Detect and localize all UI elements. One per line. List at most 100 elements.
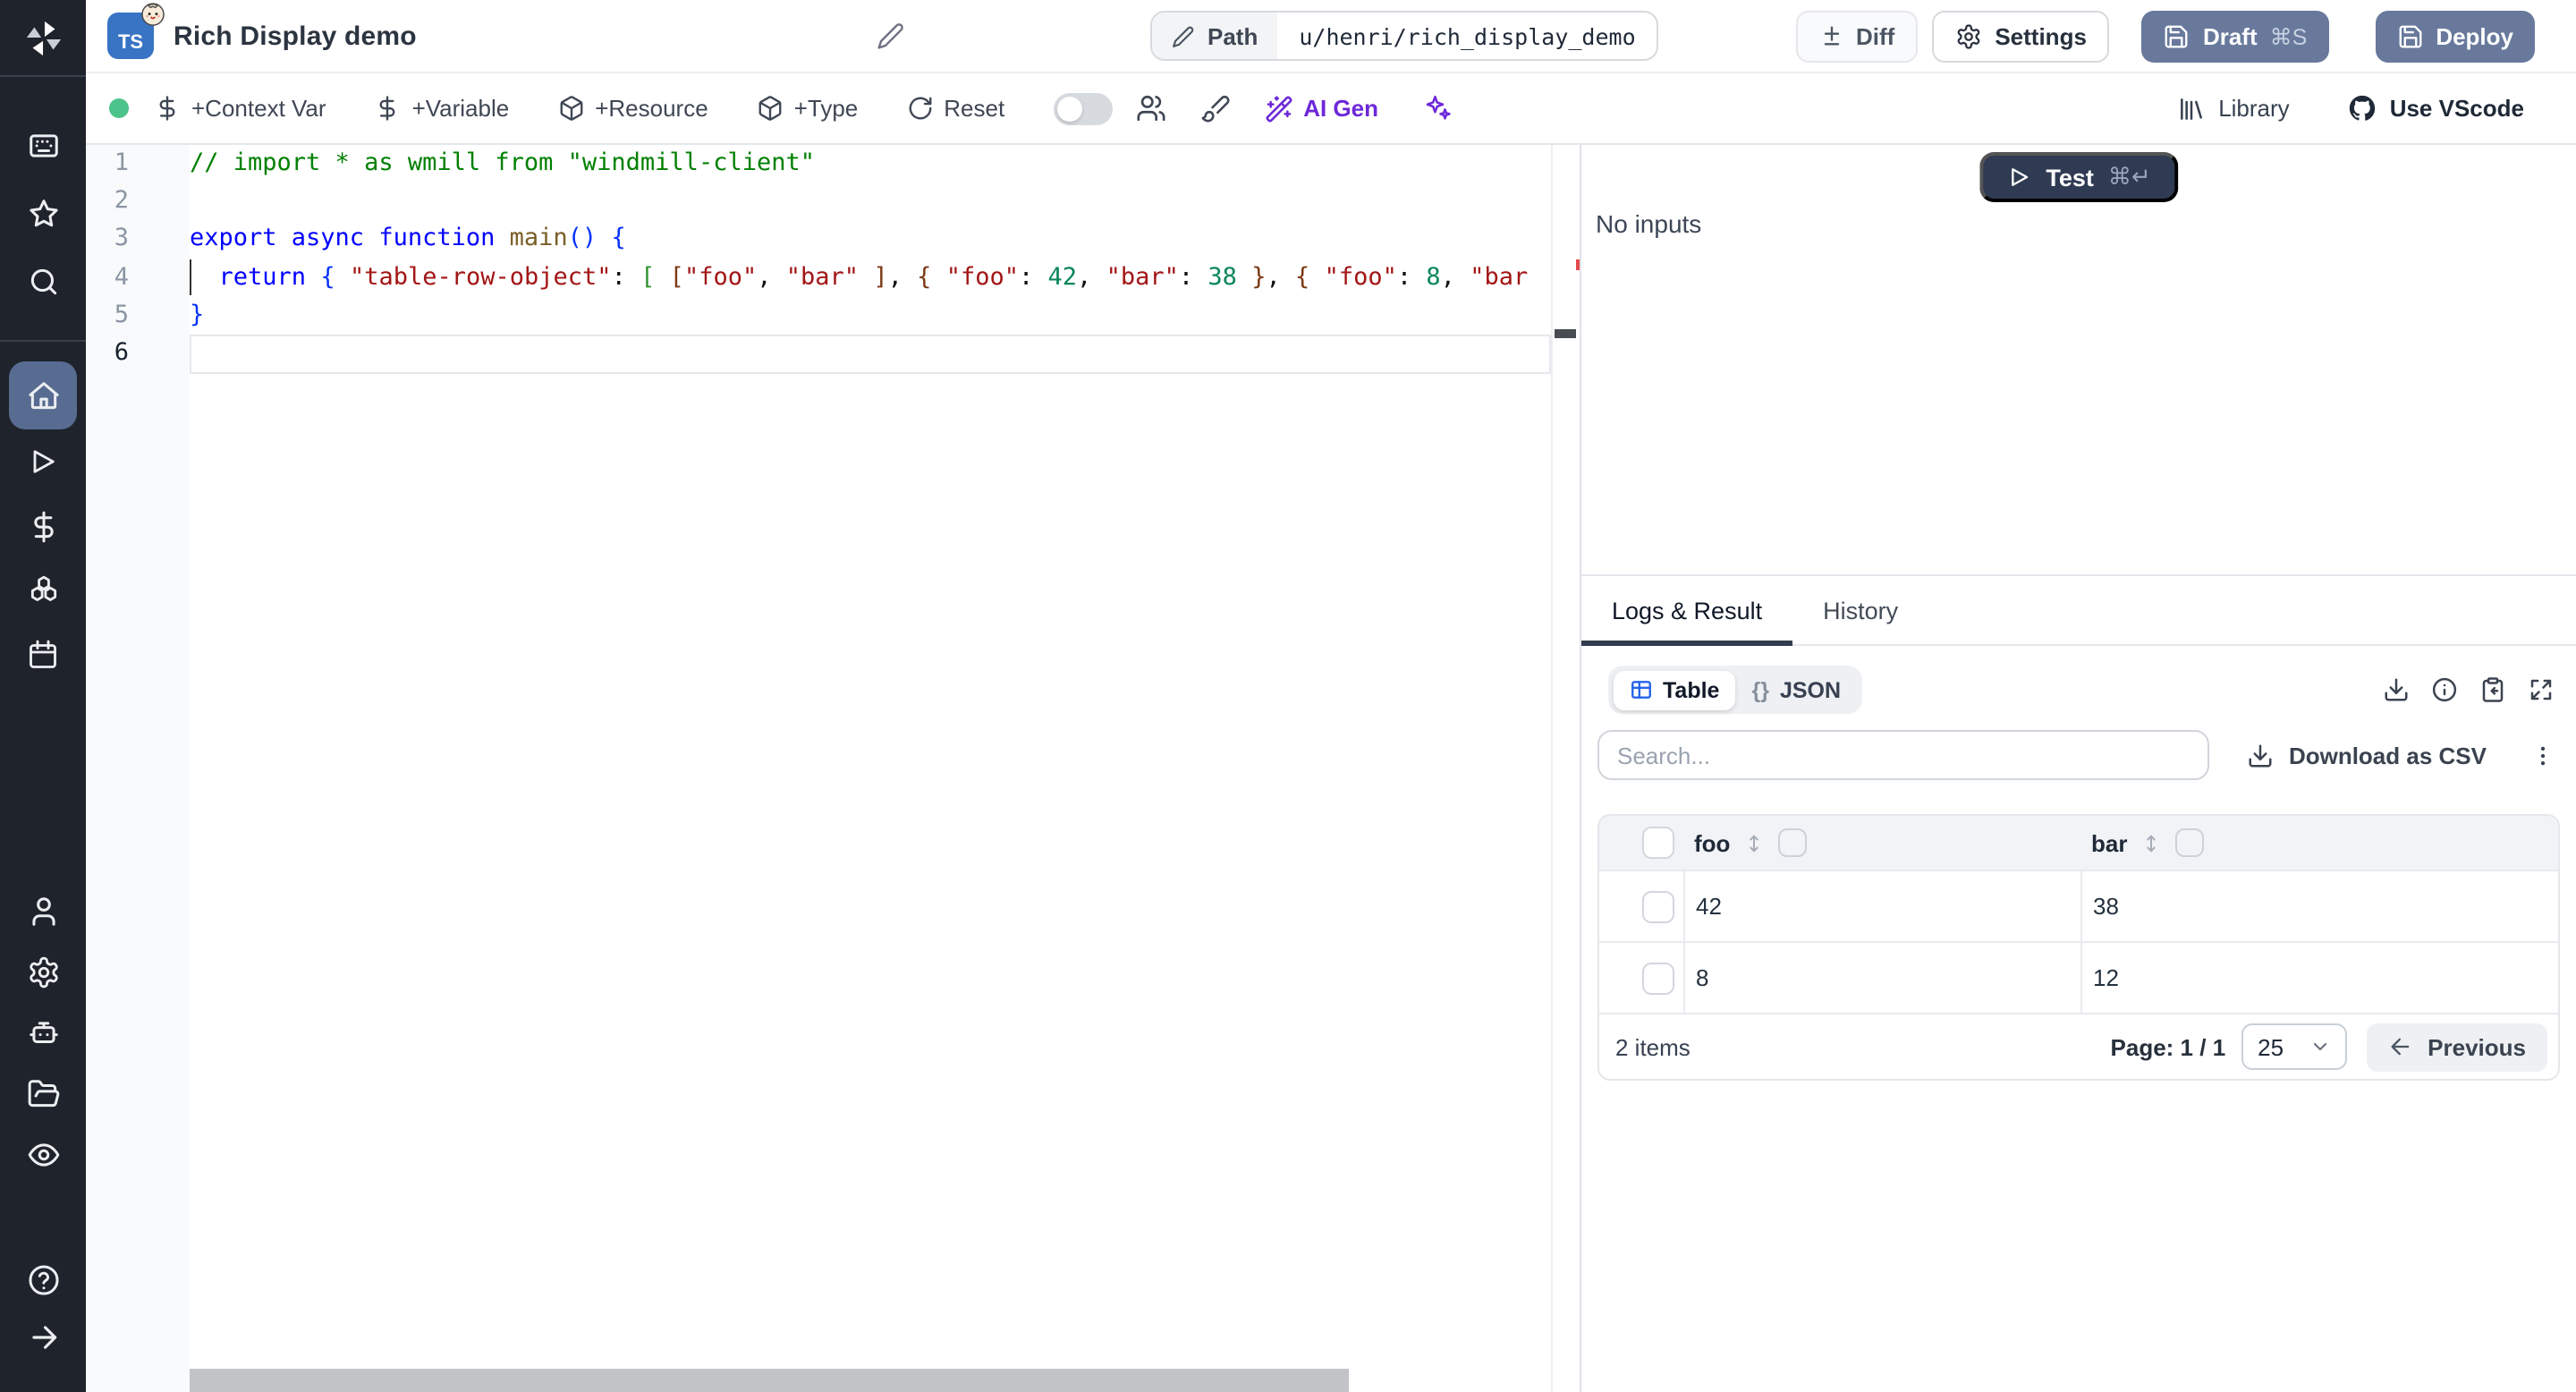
view-toggle-table[interactable]: Table <box>1613 670 1735 709</box>
edit-title-button[interactable] <box>877 21 905 50</box>
ai-gen-button[interactable]: AI Gen <box>1264 94 1378 123</box>
play-icon <box>2006 165 2031 190</box>
download-csv-label: Download as CSV <box>2289 742 2487 768</box>
result-tabs: Logs & Result History <box>1581 574 2576 646</box>
sidebar-divider <box>0 75 86 77</box>
sidebar-item-variables[interactable] <box>0 494 86 558</box>
add-variable-button[interactable]: +Variable <box>375 95 510 122</box>
save-icon <box>2396 22 2423 49</box>
editor-horizontal-scrollbar[interactable] <box>190 1368 1349 1392</box>
draft-shortcut: ⌘S <box>2270 22 2308 49</box>
view-toggle-json[interactable]: {} JSON <box>1735 670 1857 709</box>
package-icon <box>557 95 584 122</box>
more-options-icon[interactable] <box>2529 742 2556 768</box>
column-header-bar[interactable]: bar <box>2091 829 2127 856</box>
cell-foo: 42 <box>1683 871 2080 941</box>
multiplayer-users-icon[interactable] <box>1135 93 1165 123</box>
sidebar-item-user[interactable] <box>0 880 86 941</box>
select-all-checkbox[interactable] <box>1642 827 1674 859</box>
cell-bar: 12 <box>2080 943 2558 1013</box>
sidebar-item-workers[interactable] <box>0 1002 86 1063</box>
sidebar-expand-button[interactable] <box>0 1310 86 1365</box>
sparkles-icon[interactable] <box>1421 93 1452 123</box>
ai-gen-label: AI Gen <box>1303 95 1378 122</box>
path-value[interactable]: u/henri/rich_display_demo <box>1277 13 1657 59</box>
code-line[interactable]: 5} <box>86 297 1580 335</box>
use-vscode-button[interactable]: Use VScode <box>2347 93 2524 123</box>
sidebar-item-search[interactable] <box>0 247 86 315</box>
sort-icon[interactable] <box>2141 829 2161 856</box>
add-resource-button[interactable]: +Resource <box>557 95 708 122</box>
dollar-icon <box>26 509 60 543</box>
download-result-icon[interactable] <box>2383 676 2410 703</box>
multiplayer-toggle[interactable] <box>1053 92 1112 124</box>
test-button[interactable]: Test ⌘↵ <box>1979 152 2177 202</box>
diff-button[interactable]: Diff <box>1795 10 1918 62</box>
sidebar-item-schedules[interactable] <box>0 623 86 687</box>
info-icon[interactable] <box>2431 676 2458 703</box>
items-count: 2 items <box>1615 1033 1690 1060</box>
sidebar-item-help[interactable] <box>0 1249 86 1310</box>
windmill-logo[interactable] <box>0 0 86 75</box>
robot-icon <box>26 1015 60 1049</box>
row-checkbox[interactable] <box>1642 890 1674 922</box>
draft-button[interactable]: Draft ⌘S <box>2142 10 2328 62</box>
sidebar-item-apps[interactable] <box>0 111 86 179</box>
add-type-button[interactable]: +Type <box>757 95 859 122</box>
table-row[interactable]: 4238 <box>1599 870 2558 941</box>
gear-icon <box>26 955 60 989</box>
column-header-foo[interactable]: foo <box>1694 829 1730 856</box>
column-pin-checkbox[interactable] <box>2175 828 2204 857</box>
page-title: Rich Display demo <box>174 21 417 51</box>
editor-overview-ruler[interactable] <box>1551 145 1580 1392</box>
format-brush-icon[interactable] <box>1199 93 1230 123</box>
sidebar-item-resources[interactable] <box>0 558 86 623</box>
view-toggle-group: Table {} JSON <box>1608 666 1861 714</box>
add-context-var-button[interactable]: +Context Var <box>154 95 326 122</box>
table-row[interactable]: 812 <box>1599 941 2558 1013</box>
preview-panel: Test ⌘↵ No inputs Logs & Result History <box>1580 145 2576 1392</box>
code-line[interactable]: 3export async function main() { <box>86 221 1580 259</box>
tab-history[interactable]: History <box>1792 576 1928 644</box>
toggle-knob <box>1056 96 1081 121</box>
reset-button[interactable]: Reset <box>906 95 1004 122</box>
dollar-icon <box>375 95 402 122</box>
ruler-cursor-marker <box>1555 329 1576 337</box>
braces-icon: {} <box>1751 677 1768 702</box>
settings-button[interactable]: Settings <box>1932 10 2110 62</box>
sidebar-item-favorites[interactable] <box>0 179 86 247</box>
sidebar-item-folders[interactable] <box>0 1063 86 1124</box>
sidebar-item-settings[interactable] <box>0 941 86 1002</box>
path-field[interactable]: Path u/henri/rich_display_demo <box>1150 11 1659 61</box>
sort-icon[interactable] <box>1744 829 1764 856</box>
sidebar-item-runs[interactable] <box>0 429 86 494</box>
tab-logs-result[interactable]: Logs & Result <box>1581 576 1792 644</box>
code-text: // import * as wmill from "windmill-clie… <box>190 145 815 182</box>
column-pin-checkbox[interactable] <box>1778 828 1807 857</box>
search-input[interactable] <box>1597 730 2209 780</box>
topbar: TS Rich Display demo Path <box>86 0 2576 73</box>
page-size-select[interactable]: 25 <box>2241 1023 2347 1070</box>
library-button[interactable]: Library <box>2177 94 2290 123</box>
copy-result-icon[interactable] <box>2479 676 2506 703</box>
code-line[interactable]: 4 return { "table-row-object": [ ["foo",… <box>86 259 1580 296</box>
download-csv-button[interactable]: Download as CSV <box>2248 742 2487 768</box>
path-label-chip[interactable]: Path <box>1152 13 1277 59</box>
active-nav-highlight <box>9 361 77 429</box>
deploy-button[interactable]: Deploy <box>2375 10 2535 62</box>
expand-icon[interactable] <box>2528 676 2555 703</box>
code-editor[interactable]: 1// import * as wmill from "windmill-cli… <box>86 145 1580 1392</box>
code-line[interactable]: 1// import * as wmill from "windmill-cli… <box>86 145 1580 182</box>
home-icon <box>26 378 60 412</box>
row-checkbox[interactable] <box>1642 962 1674 994</box>
sidebar-item-home[interactable] <box>0 361 86 429</box>
code-line[interactable]: 2 <box>86 182 1580 220</box>
add-variable-label: +Variable <box>412 95 510 122</box>
reset-label: Reset <box>944 95 1004 122</box>
code-line[interactable]: 6 <box>86 335 1580 372</box>
sidebar <box>0 0 86 1392</box>
boxes-icon <box>26 573 60 607</box>
previous-page-button[interactable]: Previous <box>2367 1023 2547 1071</box>
sidebar-item-audit[interactable] <box>0 1124 86 1184</box>
windmill-script-editor: TS Rich Display demo Path <box>0 0 2576 1392</box>
